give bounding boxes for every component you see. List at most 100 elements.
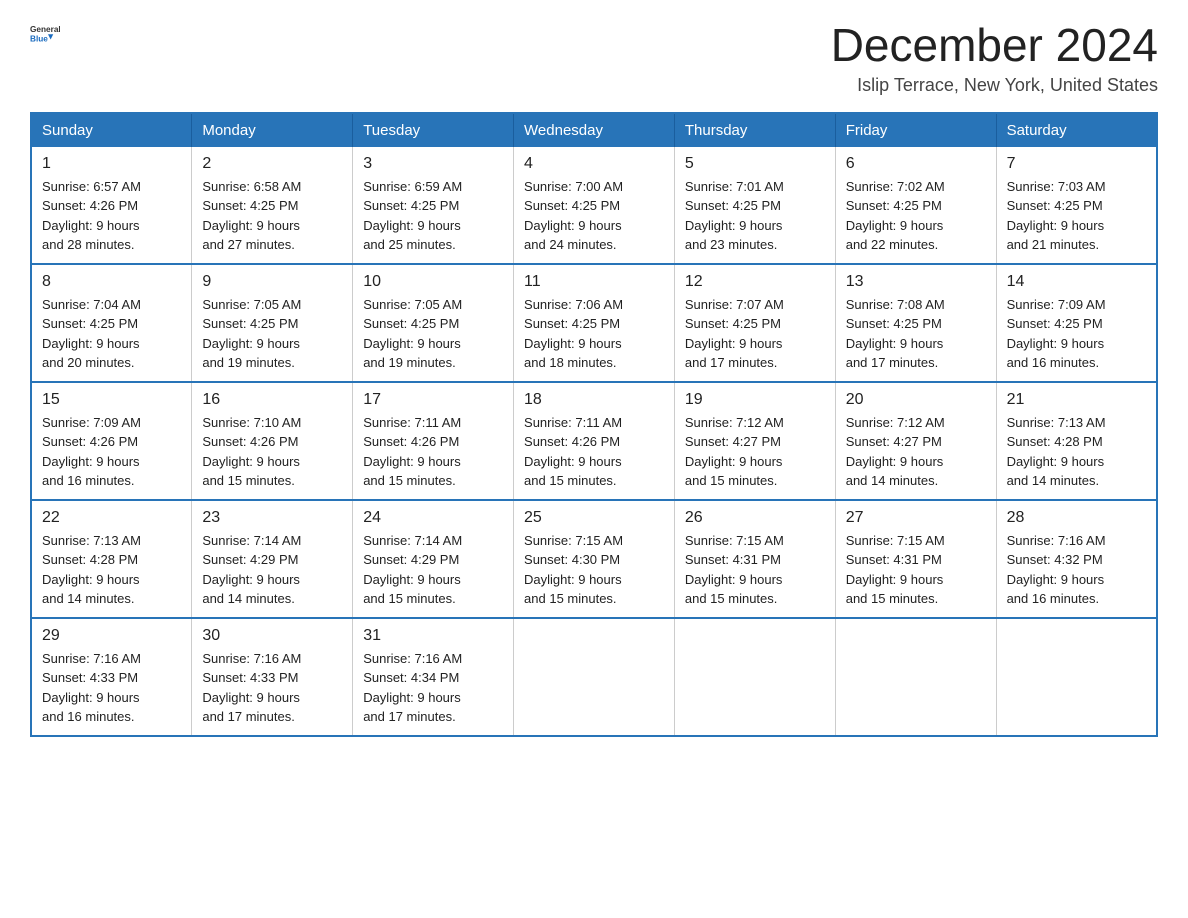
day-number: 13 — [846, 273, 986, 291]
day-info: Sunrise: 7:04 AMSunset: 4:25 PMDaylight:… — [42, 295, 181, 373]
weekday-header-friday: Friday — [835, 113, 996, 147]
calendar-cell: 26 Sunrise: 7:15 AMSunset: 4:31 PMDaylig… — [674, 500, 835, 618]
calendar-cell: 8 Sunrise: 7:04 AMSunset: 4:25 PMDayligh… — [31, 264, 192, 382]
calendar-cell: 31 Sunrise: 7:16 AMSunset: 4:34 PMDaylig… — [353, 618, 514, 736]
day-number: 4 — [524, 155, 664, 173]
day-number: 11 — [524, 273, 664, 291]
month-title: December 2024 — [831, 20, 1158, 71]
calendar-cell: 11 Sunrise: 7:06 AMSunset: 4:25 PMDaylig… — [514, 264, 675, 382]
day-number: 24 — [363, 509, 503, 527]
weekday-header-sunday: Sunday — [31, 113, 192, 147]
day-number: 31 — [363, 627, 503, 645]
weekday-header-thursday: Thursday — [674, 113, 835, 147]
calendar-cell: 21 Sunrise: 7:13 AMSunset: 4:28 PMDaylig… — [996, 382, 1157, 500]
day-number: 9 — [202, 273, 342, 291]
day-number: 25 — [524, 509, 664, 527]
day-info: Sunrise: 7:15 AMSunset: 4:30 PMDaylight:… — [524, 531, 664, 609]
week-row-3: 15 Sunrise: 7:09 AMSunset: 4:26 PMDaylig… — [31, 382, 1157, 500]
calendar-cell: 23 Sunrise: 7:14 AMSunset: 4:29 PMDaylig… — [192, 500, 353, 618]
calendar-cell: 24 Sunrise: 7:14 AMSunset: 4:29 PMDaylig… — [353, 500, 514, 618]
day-number: 12 — [685, 273, 825, 291]
calendar-cell: 3 Sunrise: 6:59 AMSunset: 4:25 PMDayligh… — [353, 147, 514, 264]
day-number: 10 — [363, 273, 503, 291]
calendar-cell: 16 Sunrise: 7:10 AMSunset: 4:26 PMDaylig… — [192, 382, 353, 500]
day-number: 14 — [1007, 273, 1146, 291]
day-info: Sunrise: 7:13 AMSunset: 4:28 PMDaylight:… — [1007, 413, 1146, 491]
calendar-cell: 7 Sunrise: 7:03 AMSunset: 4:25 PMDayligh… — [996, 147, 1157, 264]
day-info: Sunrise: 7:11 AMSunset: 4:26 PMDaylight:… — [524, 413, 664, 491]
calendar-cell: 18 Sunrise: 7:11 AMSunset: 4:26 PMDaylig… — [514, 382, 675, 500]
calendar-cell: 13 Sunrise: 7:08 AMSunset: 4:25 PMDaylig… — [835, 264, 996, 382]
week-row-4: 22 Sunrise: 7:13 AMSunset: 4:28 PMDaylig… — [31, 500, 1157, 618]
calendar-cell: 4 Sunrise: 7:00 AMSunset: 4:25 PMDayligh… — [514, 147, 675, 264]
day-info: Sunrise: 7:16 AMSunset: 4:33 PMDaylight:… — [202, 649, 342, 727]
calendar-table: SundayMondayTuesdayWednesdayThursdayFrid… — [30, 112, 1158, 737]
day-number: 20 — [846, 391, 986, 409]
day-info: Sunrise: 7:15 AMSunset: 4:31 PMDaylight:… — [685, 531, 825, 609]
day-number: 29 — [42, 627, 181, 645]
day-info: Sunrise: 7:09 AMSunset: 4:26 PMDaylight:… — [42, 413, 181, 491]
title-area: December 2024 Islip Terrace, New York, U… — [831, 20, 1158, 96]
week-row-5: 29 Sunrise: 7:16 AMSunset: 4:33 PMDaylig… — [31, 618, 1157, 736]
week-row-2: 8 Sunrise: 7:04 AMSunset: 4:25 PMDayligh… — [31, 264, 1157, 382]
weekday-header-tuesday: Tuesday — [353, 113, 514, 147]
location-subtitle: Islip Terrace, New York, United States — [831, 75, 1158, 96]
day-number: 16 — [202, 391, 342, 409]
day-info: Sunrise: 7:16 AMSunset: 4:33 PMDaylight:… — [42, 649, 181, 727]
calendar-cell — [674, 618, 835, 736]
day-number: 1 — [42, 155, 181, 173]
weekday-header-row: SundayMondayTuesdayWednesdayThursdayFrid… — [31, 113, 1157, 147]
day-number: 19 — [685, 391, 825, 409]
day-number: 15 — [42, 391, 181, 409]
calendar-cell — [835, 618, 996, 736]
day-number: 22 — [42, 509, 181, 527]
day-info: Sunrise: 7:15 AMSunset: 4:31 PMDaylight:… — [846, 531, 986, 609]
calendar-cell — [996, 618, 1157, 736]
day-info: Sunrise: 7:11 AMSunset: 4:26 PMDaylight:… — [363, 413, 503, 491]
weekday-header-saturday: Saturday — [996, 113, 1157, 147]
logo-icon: General Blue — [30, 20, 60, 48]
calendar-cell: 20 Sunrise: 7:12 AMSunset: 4:27 PMDaylig… — [835, 382, 996, 500]
week-row-1: 1 Sunrise: 6:57 AMSunset: 4:26 PMDayligh… — [31, 147, 1157, 264]
day-number: 6 — [846, 155, 986, 173]
day-info: Sunrise: 6:59 AMSunset: 4:25 PMDaylight:… — [363, 177, 503, 255]
day-number: 30 — [202, 627, 342, 645]
day-info: Sunrise: 7:14 AMSunset: 4:29 PMDaylight:… — [363, 531, 503, 609]
day-number: 23 — [202, 509, 342, 527]
day-number: 3 — [363, 155, 503, 173]
day-info: Sunrise: 7:05 AMSunset: 4:25 PMDaylight:… — [363, 295, 503, 373]
logo: General Blue — [30, 20, 60, 48]
day-info: Sunrise: 7:01 AMSunset: 4:25 PMDaylight:… — [685, 177, 825, 255]
day-info: Sunrise: 7:02 AMSunset: 4:25 PMDaylight:… — [846, 177, 986, 255]
header: General Blue December 2024 Islip Terrace… — [30, 20, 1158, 96]
calendar-cell: 15 Sunrise: 7:09 AMSunset: 4:26 PMDaylig… — [31, 382, 192, 500]
calendar-cell: 10 Sunrise: 7:05 AMSunset: 4:25 PMDaylig… — [353, 264, 514, 382]
calendar-cell: 14 Sunrise: 7:09 AMSunset: 4:25 PMDaylig… — [996, 264, 1157, 382]
day-info: Sunrise: 7:12 AMSunset: 4:27 PMDaylight:… — [846, 413, 986, 491]
calendar-cell: 30 Sunrise: 7:16 AMSunset: 4:33 PMDaylig… — [192, 618, 353, 736]
day-info: Sunrise: 7:12 AMSunset: 4:27 PMDaylight:… — [685, 413, 825, 491]
day-info: Sunrise: 7:09 AMSunset: 4:25 PMDaylight:… — [1007, 295, 1146, 373]
day-info: Sunrise: 7:03 AMSunset: 4:25 PMDaylight:… — [1007, 177, 1146, 255]
day-info: Sunrise: 7:14 AMSunset: 4:29 PMDaylight:… — [202, 531, 342, 609]
calendar-cell: 19 Sunrise: 7:12 AMSunset: 4:27 PMDaylig… — [674, 382, 835, 500]
day-number: 21 — [1007, 391, 1146, 409]
calendar-cell: 9 Sunrise: 7:05 AMSunset: 4:25 PMDayligh… — [192, 264, 353, 382]
day-info: Sunrise: 7:16 AMSunset: 4:32 PMDaylight:… — [1007, 531, 1146, 609]
calendar-cell: 22 Sunrise: 7:13 AMSunset: 4:28 PMDaylig… — [31, 500, 192, 618]
day-number: 5 — [685, 155, 825, 173]
calendar-cell: 1 Sunrise: 6:57 AMSunset: 4:26 PMDayligh… — [31, 147, 192, 264]
day-info: Sunrise: 7:00 AMSunset: 4:25 PMDaylight:… — [524, 177, 664, 255]
day-number: 2 — [202, 155, 342, 173]
calendar-cell: 6 Sunrise: 7:02 AMSunset: 4:25 PMDayligh… — [835, 147, 996, 264]
svg-text:Blue: Blue — [30, 35, 48, 44]
svg-text:General: General — [30, 25, 60, 34]
day-number: 7 — [1007, 155, 1146, 173]
calendar-cell: 28 Sunrise: 7:16 AMSunset: 4:32 PMDaylig… — [996, 500, 1157, 618]
day-number: 27 — [846, 509, 986, 527]
day-number: 18 — [524, 391, 664, 409]
calendar-cell: 25 Sunrise: 7:15 AMSunset: 4:30 PMDaylig… — [514, 500, 675, 618]
calendar-cell: 17 Sunrise: 7:11 AMSunset: 4:26 PMDaylig… — [353, 382, 514, 500]
day-number: 28 — [1007, 509, 1146, 527]
calendar-cell: 2 Sunrise: 6:58 AMSunset: 4:25 PMDayligh… — [192, 147, 353, 264]
